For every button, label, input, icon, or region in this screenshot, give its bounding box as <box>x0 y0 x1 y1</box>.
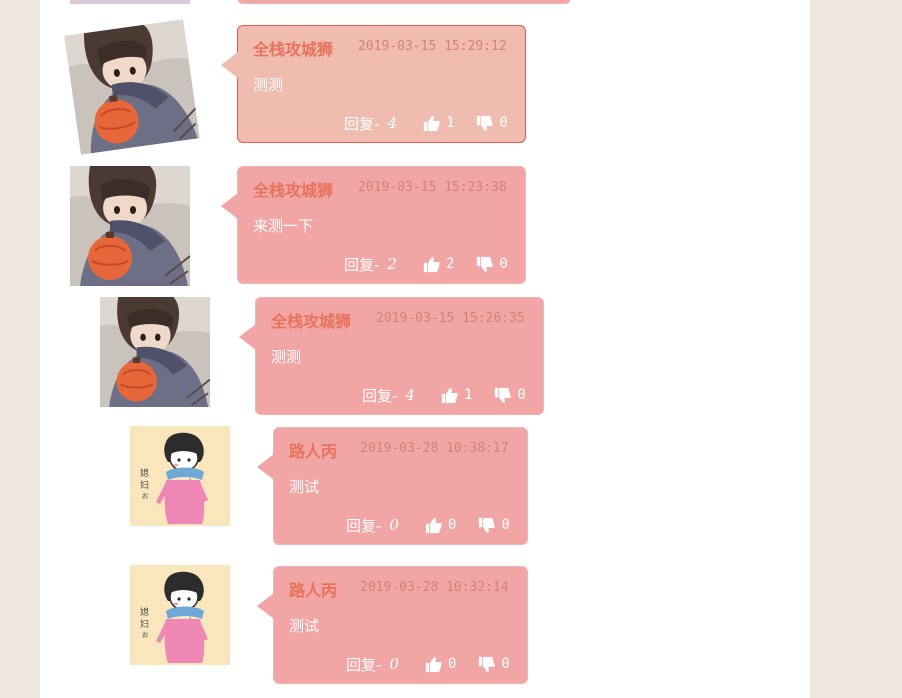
comment-bubble: 路人丙 2019-03-28 10:32:14 测试 回复- 0 0 0 <box>257 566 528 684</box>
like-count: 1 <box>445 115 455 131</box>
dislike-count: 0 <box>499 256 508 272</box>
reply-button[interactable]: 回复- 2 <box>344 254 397 275</box>
reply-label: 回复- <box>346 516 382 535</box>
dislike-button[interactable]: 0 <box>478 517 510 534</box>
reply-label: 回复- <box>362 386 398 405</box>
dislike-button[interactable]: 0 <box>476 115 508 132</box>
girl-with-lantern-avatar-icon <box>100 297 210 407</box>
avatar[interactable] <box>130 565 230 665</box>
comment-time: 2019-03-15 15:29:12 <box>358 39 507 54</box>
thumbs-up-icon <box>441 387 458 404</box>
comment-time: 2019-03-15 15:26:35 <box>376 311 525 326</box>
thumbs-down-icon <box>476 115 493 132</box>
comment-bubble: 全栈攻城狮 2019-03-15 15:23:38 来测一下 回复- 2 2 0 <box>221 166 526 284</box>
comment-bubble: 全栈攻城狮 2019-03-15 15:26:35 测测 回复- 4 1 0 <box>239 297 544 415</box>
reply-label: 回复- <box>344 255 380 274</box>
comment-actions: 回复- 0 0 0 <box>346 515 510 535</box>
dislike-count: 0 <box>501 656 510 672</box>
avatar[interactable] <box>70 166 190 286</box>
thumbs-down-icon <box>476 256 493 273</box>
like-button[interactable]: 2 <box>423 256 454 273</box>
thumbs-down-icon <box>478 656 495 673</box>
dislike-count: 0 <box>501 517 510 533</box>
like-button[interactable]: 1 <box>441 387 472 404</box>
thumbs-up-icon <box>423 256 440 273</box>
girl-with-lantern-avatar-icon <box>64 19 200 155</box>
comment-content: 测测 <box>271 348 302 366</box>
comment-author[interactable]: 全栈攻城狮 <box>271 308 351 332</box>
thumbs-up-icon <box>425 656 442 673</box>
like-count: 2 <box>445 256 455 272</box>
comment-time: 2019-03-28 10:32:14 <box>360 580 509 595</box>
reply-button[interactable]: 回复- 4 <box>344 113 397 134</box>
reply-button[interactable]: 回复- 4 <box>362 385 415 406</box>
like-count: 0 <box>447 517 457 533</box>
comment-author[interactable]: 全栈攻城狮 <box>253 177 333 201</box>
dislike-count: 0 <box>517 387 526 403</box>
comment-author[interactable]: 路人丙 <box>289 438 337 462</box>
like-count: 0 <box>447 656 457 672</box>
comment-actions: 回复- 4 1 0 <box>344 113 508 133</box>
reply-button[interactable]: 回复- 0 <box>346 654 399 675</box>
comment-content: 测试 <box>289 478 320 496</box>
comment-actions: 回复- 4 1 0 <box>362 385 526 405</box>
avatar[interactable] <box>64 19 200 155</box>
reply-label: 回复- <box>346 655 382 674</box>
reply-count: 4 <box>387 114 397 132</box>
comment-bubble: 全栈攻城狮 2019-03-15 15:29:12 测测 回复- 4 1 0 <box>221 25 526 143</box>
reply-button[interactable]: 回复- 0 <box>346 515 399 536</box>
dislike-count: 0 <box>499 115 508 131</box>
dislike-button[interactable]: 0 <box>478 656 510 673</box>
reply-count: 2 <box>387 255 397 273</box>
comment-actions: 回复- 0 0 0 <box>346 654 510 674</box>
comment-content: 来测一下 <box>253 217 314 235</box>
reply-count: 0 <box>389 655 399 673</box>
comment-time: 2019-03-15 15:23:38 <box>358 180 507 195</box>
avatar[interactable] <box>130 426 230 526</box>
thumbs-down-icon <box>478 517 495 534</box>
dislike-button[interactable]: 0 <box>494 387 526 404</box>
thumbs-up-icon <box>423 115 440 132</box>
comment-time: 2019-03-28 10:38:17 <box>360 441 509 456</box>
comment-author[interactable]: 路人丙 <box>289 577 337 601</box>
like-button[interactable]: 1 <box>423 115 454 132</box>
comment-content: 测测 <box>253 76 284 94</box>
girl-with-lantern-avatar-icon <box>70 166 190 286</box>
thumbs-down-icon <box>494 387 511 404</box>
previous-comment-avatar <box>70 0 190 4</box>
like-count: 1 <box>463 387 473 403</box>
like-button[interactable]: 0 <box>425 517 456 534</box>
reply-count: 4 <box>405 386 415 404</box>
avatar[interactable] <box>100 297 210 407</box>
comment-bubble: 路人丙 2019-03-28 10:38:17 测试 回复- 0 0 0 <box>257 427 528 545</box>
cartoon-scarf-avatar-icon <box>130 426 230 526</box>
previous-comment-bubble <box>237 0 571 4</box>
comment-content: 测试 <box>289 617 320 635</box>
like-button[interactable]: 0 <box>425 656 456 673</box>
reply-count: 0 <box>389 516 399 534</box>
comment-actions: 回复- 2 2 0 <box>344 254 508 274</box>
thumbs-up-icon <box>425 517 442 534</box>
comment-author[interactable]: 全栈攻城狮 <box>253 36 333 60</box>
dislike-button[interactable]: 0 <box>476 256 508 273</box>
cartoon-scarf-avatar-icon <box>130 565 230 665</box>
reply-label: 回复- <box>344 114 380 133</box>
